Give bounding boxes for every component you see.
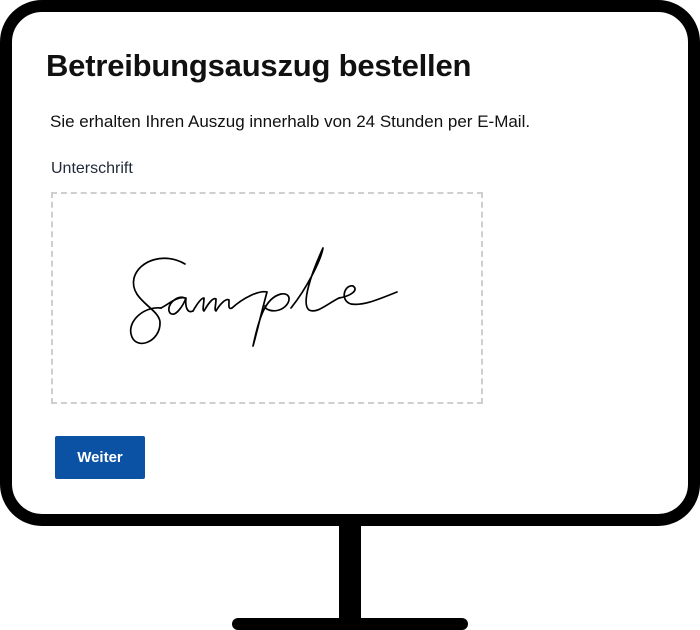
signature-stroke-p	[231, 290, 290, 347]
signature-pad[interactable]	[51, 192, 483, 404]
monitor-stand-neck	[339, 522, 361, 620]
monitor-stand-base	[232, 618, 468, 630]
intro-text: Sie erhalten Ihren Auszug innerhalb von …	[50, 112, 531, 131]
signature-label: Unterschrift	[51, 160, 133, 177]
signature-stroke-s	[129, 257, 186, 345]
signature-stroke-l	[290, 247, 340, 312]
signature-stroke-e	[338, 285, 398, 306]
continue-button[interactable]: Weiter	[55, 436, 145, 479]
signature-stroke-m	[192, 297, 233, 312]
monitor-illustration: Betreibungsauszug bestellen Sie erhalten…	[0, 0, 700, 630]
monitor-screen: Betreibungsauszug bestellen Sie erhalten…	[12, 12, 688, 514]
signature-drawing	[129, 247, 398, 347]
page-title: Betreibungsauszug bestellen	[46, 48, 472, 83]
signature-stroke-a	[160, 296, 194, 315]
